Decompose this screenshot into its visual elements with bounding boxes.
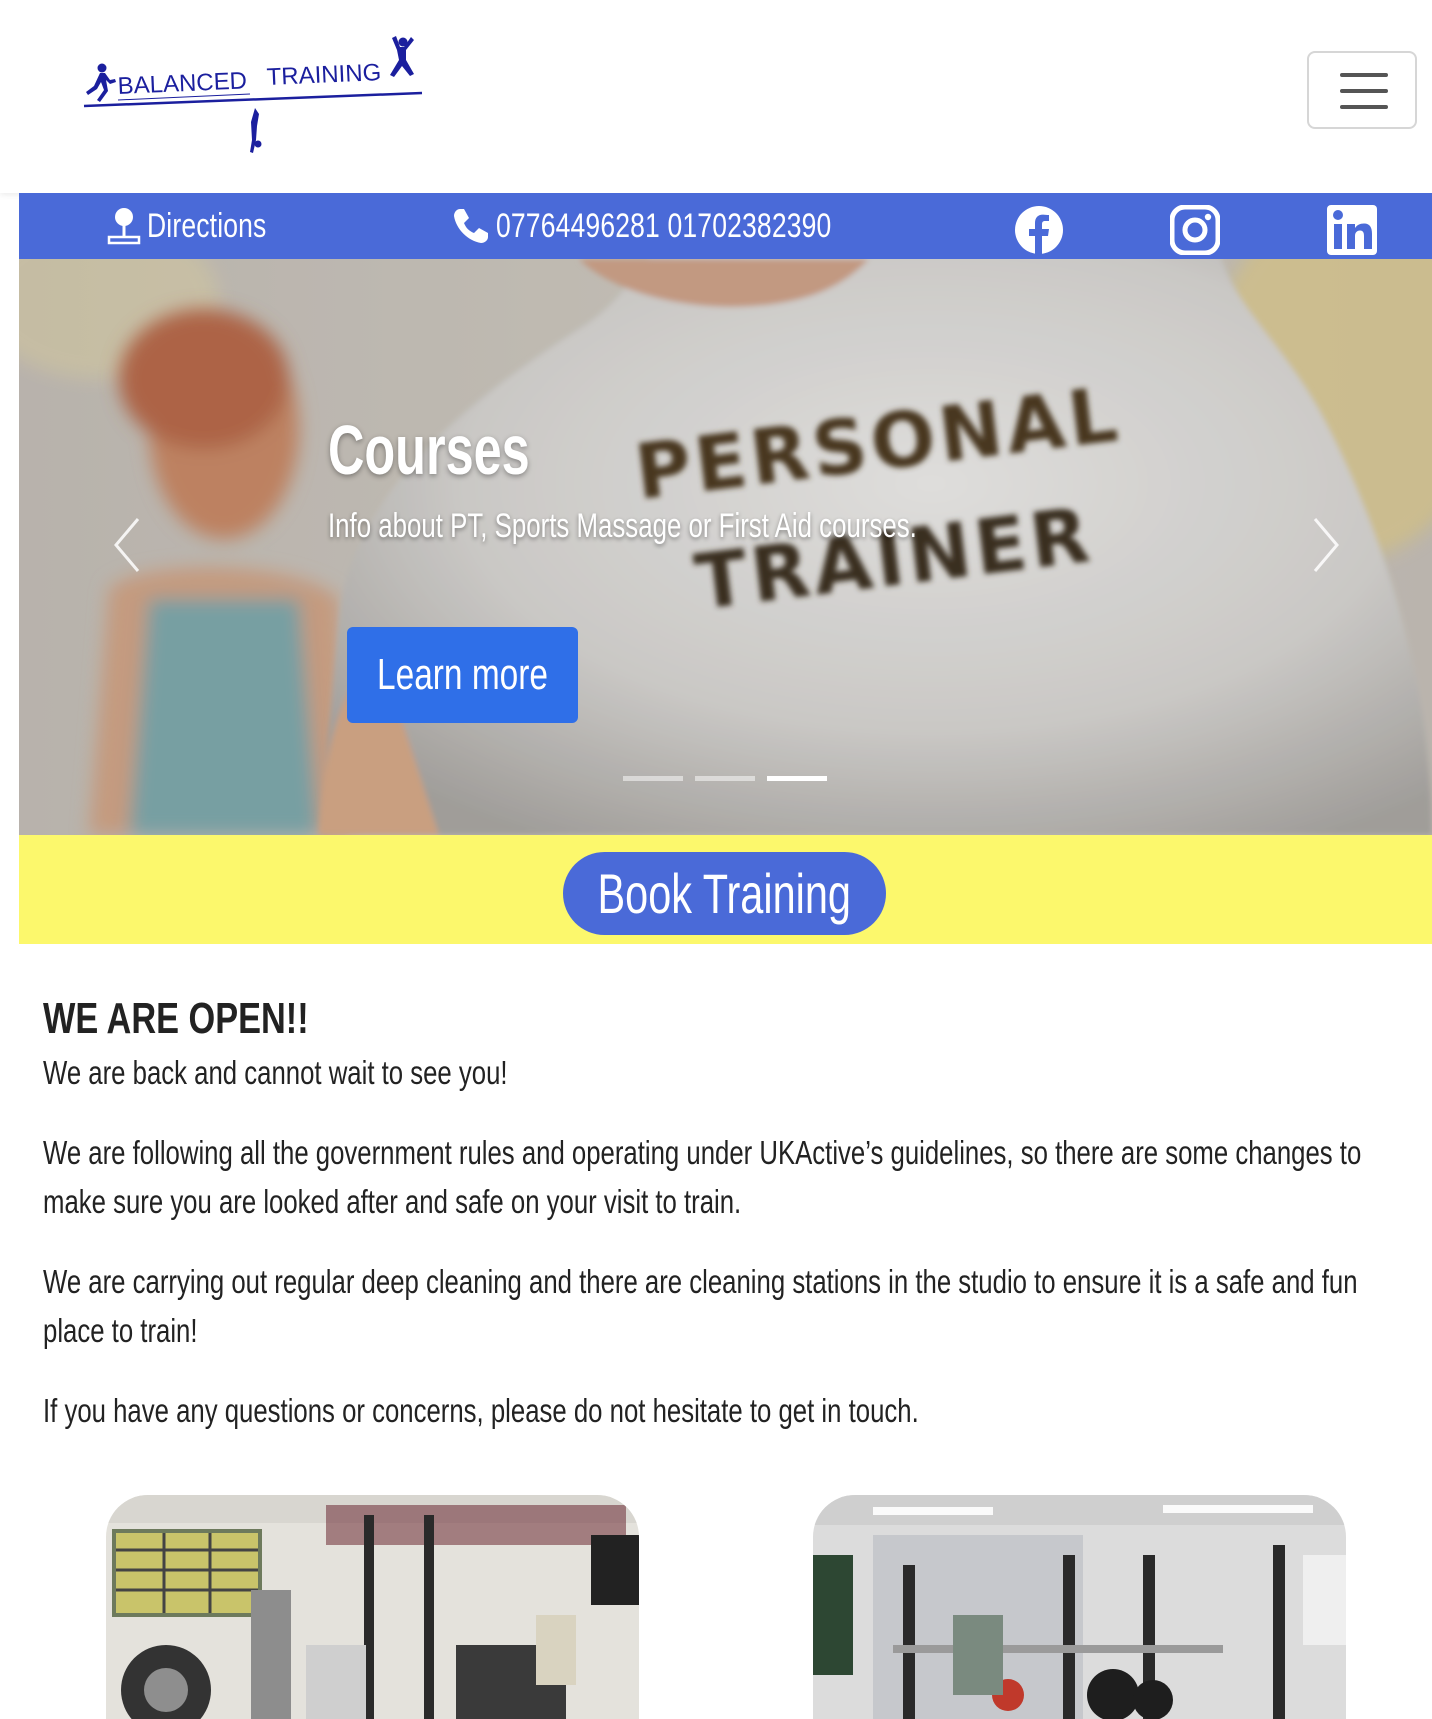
intro-paragraph: We are back and cannot wait to see you!: [43, 1054, 508, 1091]
hamburger-icon: [1340, 73, 1388, 77]
carousel-next-icon[interactable]: [1305, 515, 1345, 575]
rules-paragraph-line-1: We are following all the government rule…: [43, 1134, 1362, 1171]
phone-link[interactable]: 07764496281 01702382390: [452, 193, 926, 259]
menu-toggle-button[interactable]: [1307, 51, 1417, 129]
book-training-button[interactable]: Book Training: [563, 852, 886, 935]
rules-paragraph-line-2: make sure you are looked after and safe …: [43, 1183, 742, 1220]
gym-photo-1: [106, 1495, 639, 1719]
instagram-icon[interactable]: [1170, 205, 1220, 255]
phone-numbers: 07764496281 01702382390: [496, 206, 832, 245]
carousel-prev-icon[interactable]: [108, 515, 148, 575]
carousel-text: Info about PT, Sports Massage or First A…: [328, 507, 917, 545]
site-logo[interactable]: BALANCED TRAINING: [80, 30, 425, 155]
directions-label: Directions: [147, 206, 267, 245]
contact-paragraph: If you have any questions or concerns, p…: [43, 1392, 919, 1429]
linkedin-icon[interactable]: [1327, 205, 1377, 255]
carousel-indicator-1[interactable]: [623, 776, 683, 781]
site-header: BALANCED TRAINING: [0, 0, 1432, 193]
carousel-indicator-3[interactable]: [767, 776, 827, 781]
carousel-indicator-2[interactable]: [695, 776, 755, 781]
map-pin-icon: [107, 208, 141, 245]
cleaning-paragraph-line-2: place to train!: [43, 1312, 198, 1349]
cleaning-paragraph-line-1: We are carrying out regular deep cleanin…: [43, 1263, 1358, 1300]
main-content: WE ARE OPEN!! We are back and cannot wai…: [43, 990, 1403, 1435]
learn-more-button[interactable]: Learn more: [347, 627, 578, 723]
hanging-figure-icon: [250, 108, 262, 153]
carousel-title: Courses: [328, 411, 530, 489]
phone-icon: [454, 209, 488, 243]
jumper-figure-icon: [390, 36, 414, 77]
facebook-icon[interactable]: [1014, 205, 1064, 255]
runner-figure-icon: [86, 63, 116, 102]
gym-photo-2: [813, 1495, 1346, 1719]
logo-text-training: TRAINING: [266, 59, 382, 91]
page-heading: WE ARE OPEN!!: [43, 994, 309, 1043]
directions-link[interactable]: Directions: [105, 193, 300, 259]
